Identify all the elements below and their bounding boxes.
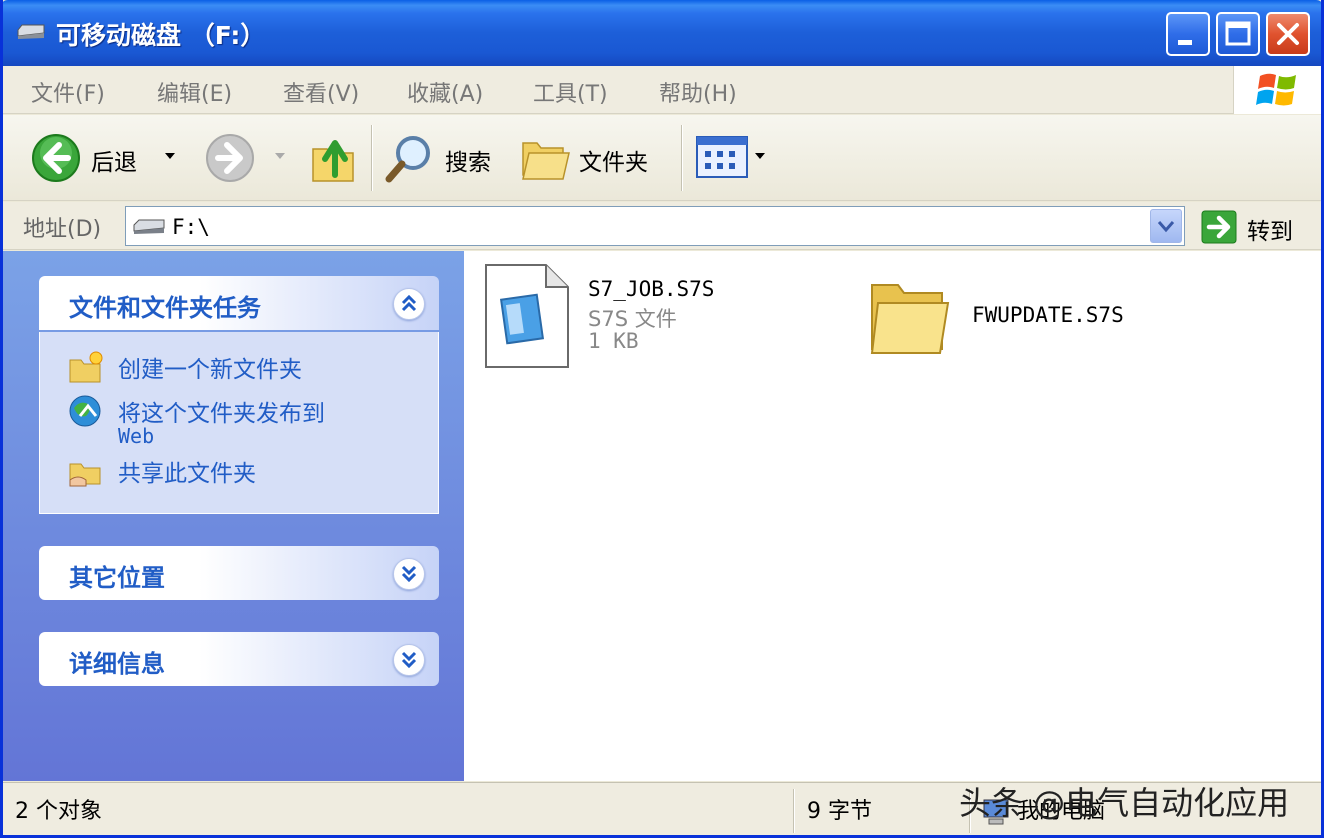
toolbar-separator <box>681 125 683 191</box>
address-dropdown-button[interactable] <box>1150 209 1182 243</box>
chevron-down-icon <box>401 651 417 669</box>
back-arrow-icon <box>32 134 80 182</box>
other-places-header[interactable]: 其它位置 <box>39 546 439 600</box>
go-label: 转到 <box>1247 219 1293 245</box>
forward-dropdown-icon[interactable] <box>275 153 285 159</box>
minimize-icon <box>1178 40 1192 45</box>
menu-help[interactable]: 帮助(H) <box>659 76 737 108</box>
title-bar[interactable]: 可移动磁盘 （F:） <box>3 0 1321 66</box>
menu-tools[interactable]: 工具(T) <box>533 76 608 108</box>
chevron-down-icon <box>1157 221 1175 233</box>
maximize-icon <box>1225 21 1251 46</box>
folders-button[interactable]: 文件夹 <box>521 115 671 201</box>
toolbar-separator <box>371 125 373 191</box>
publish-web-icon <box>69 395 101 427</box>
folder-icon <box>870 284 950 354</box>
back-label: 后退 <box>91 150 137 176</box>
address-label: 地址(D) <box>23 217 102 242</box>
task-publish-web[interactable]: 将这个文件夹发布到 <box>118 394 325 428</box>
minimize-button[interactable] <box>1166 12 1210 56</box>
menu-bar: 文件(F) 编辑(E) 查看(V) 收藏(A) 工具(T) 帮助(H) <box>3 66 1321 114</box>
address-value: F:\ <box>172 215 210 239</box>
forward-button[interactable] <box>203 115 293 201</box>
chevron-down-icon <box>401 565 417 583</box>
details-header[interactable]: 详细信息 <box>39 632 439 686</box>
removable-drive-icon <box>17 24 45 39</box>
toolbar: 后退 搜索 文件夹 <box>3 115 1321 201</box>
windows-flag-icon <box>1256 73 1296 106</box>
address-bar: 地址(D) F:\ 转到 <box>3 202 1321 250</box>
file-size: 1 KB <box>588 329 639 353</box>
task-pane <box>3 251 464 781</box>
address-input[interactable]: F:\ <box>125 206 1185 246</box>
file-name: S7_JOB.S7S <box>588 277 715 301</box>
up-folder-icon <box>312 140 354 182</box>
views-grid-icon <box>696 136 748 178</box>
other-places-title: 其它位置 <box>69 564 165 592</box>
windows-logo <box>1233 66 1321 114</box>
folders-label: 文件夹 <box>579 150 648 176</box>
explorer-window: 可移动磁盘 （F:） 文件(F) 编辑(E) 查看(V) 收藏(A) 工具(T)… <box>0 0 1324 838</box>
search-label: 搜索 <box>445 150 491 176</box>
new-folder-icon <box>69 351 103 383</box>
search-button[interactable]: 搜索 <box>383 115 503 201</box>
folders-icon <box>522 142 570 180</box>
file-tasks-body: 创建一个新文件夹 将这个文件夹发布到 Web 共享此文件夹 <box>39 332 439 514</box>
chevron-up-icon <box>401 294 417 312</box>
expand-button[interactable] <box>393 644 425 676</box>
folder-name: FWUPDATE.S7S <box>972 303 1124 327</box>
task-new-folder[interactable]: 创建一个新文件夹 <box>118 350 302 384</box>
menu-file[interactable]: 文件(F) <box>31 76 105 108</box>
close-icon <box>1277 23 1299 45</box>
file-tasks-header[interactable]: 文件和文件夹任务 <box>39 276 439 330</box>
views-dropdown-icon[interactable] <box>755 153 765 159</box>
back-dropdown-icon[interactable] <box>165 153 175 159</box>
task-share-folder[interactable]: 共享此文件夹 <box>118 454 256 488</box>
menu-view[interactable]: 查看(V) <box>283 76 359 108</box>
maximize-button[interactable] <box>1216 12 1260 56</box>
status-separator <box>793 789 795 833</box>
search-magnifier-icon <box>385 136 430 183</box>
menu-edit[interactable]: 编辑(E) <box>157 76 232 108</box>
share-folder-icon <box>69 463 101 487</box>
up-folder-button[interactable] <box>309 115 359 201</box>
status-size: 9 字节 <box>807 799 872 824</box>
expand-button[interactable] <box>393 558 425 590</box>
go-button[interactable]: 转到 <box>1199 208 1317 246</box>
menu-favorites[interactable]: 收藏(A) <box>407 76 483 108</box>
watermark: 头条 @电气自动化应用 <box>959 784 1290 822</box>
views-button[interactable] <box>695 115 775 201</box>
forward-arrow-icon <box>206 134 254 182</box>
window-title: 可移动磁盘 （F:） <box>56 21 266 50</box>
s7s-file-icon <box>485 264 569 368</box>
collapse-button[interactable] <box>393 288 425 320</box>
file-tasks-title: 文件和文件夹任务 <box>69 294 261 322</box>
back-button[interactable]: 后退 <box>29 115 189 201</box>
status-object-count: 2 个对象 <box>15 799 102 824</box>
removable-drive-icon <box>133 219 165 234</box>
file-list[interactable]: S7_JOB.S7S S7S 文件 1 KB FWUPDATE.S7S <box>464 251 1321 781</box>
details-title: 详细信息 <box>69 650 165 678</box>
task-publish-web-suffix[interactable]: Web <box>118 424 154 448</box>
go-arrow-icon <box>1201 210 1237 244</box>
close-button[interactable] <box>1266 12 1310 56</box>
